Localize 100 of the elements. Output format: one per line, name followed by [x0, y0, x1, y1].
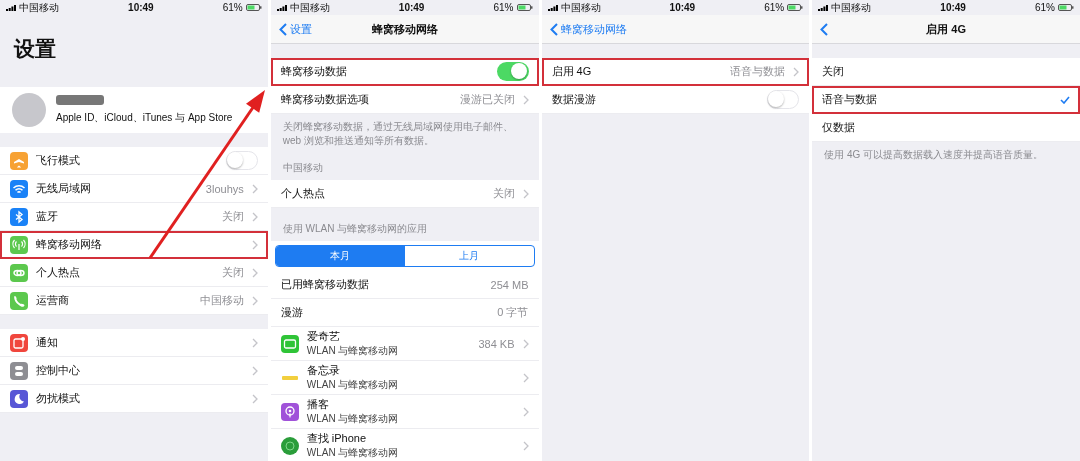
- settings-row[interactable]: 查找 iPhone WLAN 与蜂窝移动网: [270, 429, 539, 461]
- row-label: 查找 iPhone: [306, 432, 367, 444]
- row-value: 语音与数据: [730, 64, 786, 79]
- status-time: 10:49: [127, 2, 155, 13]
- option-label: 语音与数据: [822, 92, 879, 107]
- settings-row[interactable]: 个人热点 关闭: [0, 259, 268, 287]
- option-label: 关闭: [822, 64, 846, 79]
- row-value: 关闭: [221, 265, 244, 280]
- battery-icon: [245, 4, 262, 11]
- nav-title: 启用 4G: [926, 21, 966, 37]
- option-row[interactable]: 关闭: [812, 58, 1080, 86]
- back-chevron-icon: [549, 22, 558, 36]
- row-label: 控制中心: [36, 364, 80, 376]
- row-subtitle: WLAN 与蜂窝移动网: [306, 378, 400, 392]
- back-button[interactable]: 蜂窝移动网络: [549, 21, 627, 37]
- settings-row[interactable]: 通知: [0, 329, 268, 357]
- section-header: 中国移动: [281, 161, 324, 175]
- back-chevron-icon: [820, 22, 829, 36]
- redacted-name-bar: [56, 95, 104, 105]
- battery-icon: [1058, 4, 1074, 11]
- section-footer: 使用 4G 可以提高数据载入速度并提高语音质量。: [812, 142, 1080, 162]
- row-subtitle: WLAN 与蜂窝移动网: [306, 344, 400, 358]
- row-label: 漫游: [280, 306, 303, 318]
- row-label: 通知: [36, 336, 58, 348]
- battery-icon: [516, 4, 533, 11]
- row-subtitle: WLAN 与蜂窝移动网: [306, 412, 400, 426]
- row-label: 已用蜂窝移动数据: [280, 278, 369, 290]
- row-label: 数据漫游: [551, 92, 597, 107]
- nav-title: 蜂窝移动网络: [371, 21, 438, 37]
- settings-row[interactable]: 勿扰模式: [0, 385, 268, 413]
- toggle-switch[interactable]: [225, 151, 258, 170]
- battery-percent: 61%: [764, 2, 785, 13]
- back-chevron-icon: [278, 22, 287, 36]
- row-label: 播客: [306, 398, 329, 410]
- row-value: 3louhys: [205, 182, 244, 195]
- back-button[interactable]: 设置: [278, 21, 312, 37]
- settings-row[interactable]: 蜂窝移动网络: [0, 231, 268, 259]
- section-header: 使用 WLAN 与蜂窝移动网的应用: [281, 222, 429, 236]
- row-label: 备忘录: [306, 364, 340, 376]
- carrier-name: 中国移动: [831, 0, 872, 15]
- row-value: 关闭: [221, 209, 244, 224]
- settings-row[interactable]: 数据漫游: [541, 86, 810, 114]
- option-row[interactable]: 仅数据: [812, 114, 1080, 142]
- settings-row[interactable]: 运营商 中国移动: [0, 287, 268, 315]
- settings-row[interactable]: 启用 4G 语音与数据: [541, 58, 810, 86]
- profile-subtitle: Apple ID、iCloud、iTunes 与 App Store: [56, 111, 233, 125]
- row-value: 关闭: [492, 186, 515, 201]
- settings-row[interactable]: 漫游 0 字节: [270, 299, 539, 327]
- signal-icon: [6, 4, 16, 11]
- settings-row[interactable]: 个人热点 关闭: [270, 180, 539, 208]
- row-value: 254 MB: [490, 278, 529, 291]
- row-label: 启用 4G: [551, 65, 592, 77]
- settings-row[interactable]: 无线局域网 3louhys: [0, 175, 268, 203]
- row-label: 无线局域网: [36, 182, 91, 194]
- signal-icon: [547, 4, 558, 11]
- toggle-switch[interactable]: [767, 90, 800, 109]
- back-button[interactable]: [820, 22, 829, 36]
- battery-icon: [787, 4, 804, 11]
- row-label: 个人热点: [280, 187, 325, 199]
- row-value: 漫游已关闭: [459, 92, 515, 107]
- settings-row[interactable]: 飞行模式: [0, 147, 268, 175]
- row-label: 蓝牙: [36, 210, 58, 222]
- toggle-switch[interactable]: [496, 62, 529, 81]
- page-title: 设置: [12, 36, 57, 62]
- signal-icon: [276, 4, 287, 11]
- settings-row[interactable]: 蓝牙 关闭: [0, 203, 268, 231]
- row-label: 飞行模式: [36, 153, 81, 168]
- settings-row[interactable]: 蜂窝移动数据选项 漫游已关闭: [270, 86, 539, 114]
- row-label: 蜂窝移动数据选项: [280, 93, 369, 105]
- segment-tab[interactable]: 上月: [404, 246, 534, 266]
- option-row[interactable]: 语音与数据: [812, 86, 1080, 114]
- carrier-name: 中国移动: [560, 0, 601, 15]
- signal-icon: [818, 4, 829, 11]
- battery-percent: 61%: [222, 2, 243, 13]
- carrier-name: 中国移动: [19, 0, 59, 15]
- segment-tab[interactable]: 本月: [275, 246, 405, 266]
- row-subtitle: WLAN 与蜂窝移动网: [306, 446, 400, 460]
- settings-row[interactable]: 控制中心: [0, 357, 268, 385]
- row-value: 0 字节: [497, 305, 529, 320]
- settings-row[interactable]: 蜂窝移动数据: [270, 58, 539, 86]
- carrier-name: 中国移动: [289, 0, 330, 15]
- battery-percent: 61%: [1035, 2, 1055, 13]
- row-value: 384 KB: [478, 337, 515, 350]
- row-label: 运营商: [36, 294, 69, 306]
- row-label: 勿扰模式: [36, 392, 80, 404]
- settings-row[interactable]: 备忘录 WLAN 与蜂窝移动网: [270, 361, 539, 395]
- option-label: 仅数据: [822, 120, 857, 135]
- settings-row[interactable]: 播客 WLAN 与蜂窝移动网: [270, 395, 539, 429]
- row-label: 个人热点: [36, 266, 80, 278]
- section-footer: 关闭蜂窝移动数据，通过无线局域网使用电子邮件、web 浏览和推送通知等所有数据。: [270, 114, 539, 147]
- avatar-icon: [12, 93, 46, 127]
- battery-percent: 61%: [493, 2, 514, 13]
- status-time: 10:49: [668, 2, 697, 13]
- row-label: 蜂窝移动数据: [280, 64, 348, 79]
- settings-row[interactable]: 已用蜂窝移动数据 254 MB: [270, 271, 539, 299]
- status-time: 10:49: [397, 2, 426, 13]
- row-label: 蜂窝移动网络: [36, 238, 102, 250]
- checkmark-icon: [1060, 95, 1070, 104]
- settings-row[interactable]: 爱奇艺 WLAN 与蜂窝移动网 384 KB: [270, 327, 539, 361]
- status-time: 10:49: [939, 2, 967, 13]
